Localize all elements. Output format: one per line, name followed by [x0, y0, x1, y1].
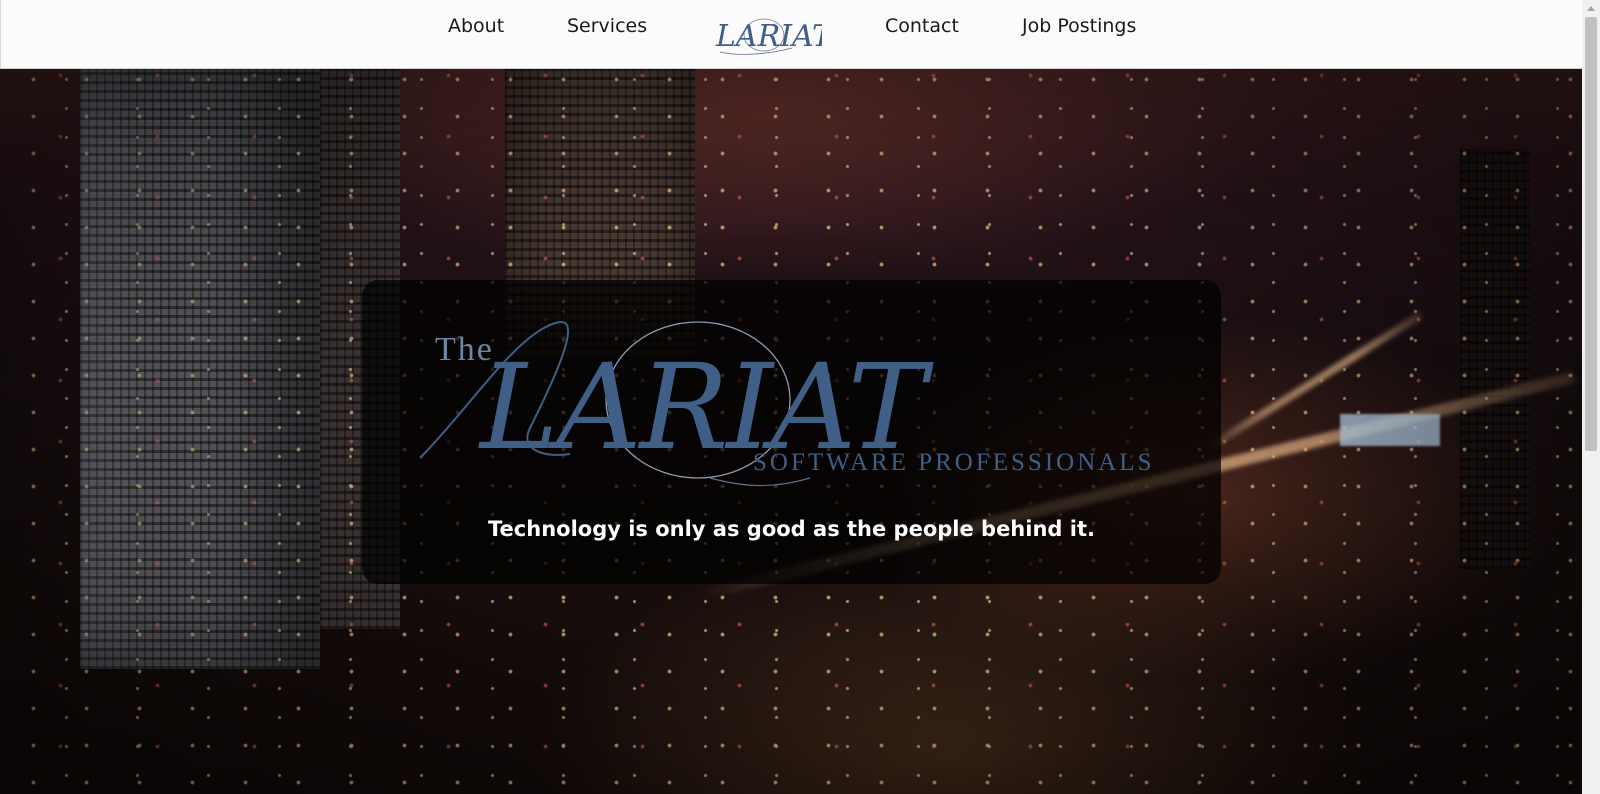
- nav-logo[interactable]: LARIAT: [706, 8, 822, 58]
- hero-logo-subtitle: SOFTWARE PROFESSIONALS: [753, 449, 1150, 476]
- nav-link-contact[interactable]: Contact: [885, 14, 959, 38]
- chevron-up-icon[interactable]: [1587, 6, 1595, 11]
- hero-logo: The LARIAT SOFTWARE PROFESSIONALS: [419, 320, 1150, 487]
- page-scrollbar[interactable]: [1582, 0, 1600, 794]
- hero-card: The LARIAT SOFTWARE PROFESSIONALS Techno…: [362, 280, 1221, 584]
- nav-link-services[interactable]: Services: [567, 14, 647, 38]
- page: About Services LARIAT Contact Job Postin…: [0, 0, 1600, 794]
- nav-logo-text: LARIAT: [715, 19, 822, 54]
- nav-link-about[interactable]: About: [448, 14, 504, 38]
- top-navigation: About Services LARIAT Contact Job Postin…: [0, 0, 1582, 69]
- scrollbar-thumb[interactable]: [1585, 17, 1597, 451]
- hero-tagline: Technology is only as good as the people…: [488, 517, 1095, 541]
- nav-link-job-postings[interactable]: Job Postings: [1022, 14, 1136, 38]
